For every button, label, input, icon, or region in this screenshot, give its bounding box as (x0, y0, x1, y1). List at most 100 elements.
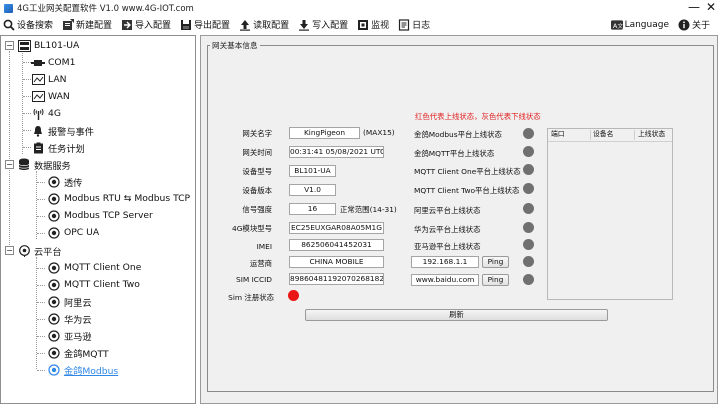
sim-reg-label: Sim 注册状态 (228, 293, 274, 302)
status-legend-note: 红色代表上线状态，灰色代表下线状态 (415, 112, 541, 121)
log-button[interactable]: 日志 (397, 17, 431, 32)
ping-domain-button[interactable]: Ping (482, 274, 509, 286)
signal-range-text: 正常范围(14-31) (340, 205, 397, 214)
about-button[interactable]: 关于 (677, 17, 711, 32)
tree-item-com1[interactable]: COM1 (31, 54, 75, 71)
service-icon (47, 312, 61, 325)
tree-item-dataservice[interactable]: 数据服务 (17, 156, 71, 173)
jinge-mqtt-status-label: 金鸽MQTT平台上线状态 (414, 149, 495, 158)
imei-label: IMEI (256, 242, 272, 251)
tree-label-huawei: 华为云 (64, 314, 92, 326)
import-config-label: 导入配置 (135, 21, 172, 31)
cloud-icon (17, 244, 31, 257)
gateway-name-field[interactable]: KingPigeon (289, 127, 360, 139)
device-search-button[interactable]: 设备搜索 (2, 17, 54, 32)
tree-label-aliyun: 阿里云 (64, 297, 92, 309)
aws-status-dot (523, 239, 534, 250)
signal-strength-field: 16 (289, 203, 336, 215)
tree-item-wan[interactable]: WAN (31, 88, 70, 105)
log-icon (398, 18, 410, 31)
dataservice-collapse-toggle[interactable]: − (5, 160, 14, 169)
tree-item-aws[interactable]: 亚马逊 (47, 327, 92, 344)
read-config-button[interactable]: 读取配置 (238, 17, 290, 32)
monitor-icon (357, 19, 369, 31)
table-header-port: 端口 (551, 130, 565, 138)
export-config-button[interactable]: 导出配置 (179, 17, 231, 32)
table-header-status: 上线状态 (638, 130, 666, 138)
lan-icon (31, 73, 45, 86)
language-label: Language (624, 19, 669, 30)
ping-domain-status-dot (523, 274, 534, 285)
root-collapse-toggle[interactable]: − (5, 41, 14, 50)
aliyun-status-dot (523, 203, 534, 214)
jinge-mqtt-status-dot (523, 146, 534, 157)
tree-label-mqtt-one: MQTT Client One (64, 262, 142, 273)
minimize-button[interactable]: — (688, 0, 700, 14)
title-bar: 4G工业网关配置软件 V1.0 www.4G-IOT.com — ✕ (0, 0, 720, 16)
tree-label-mqtt-two: MQTT Client Two (64, 279, 140, 290)
info-icon (678, 19, 690, 31)
antenna-icon (31, 107, 45, 120)
cloud-collapse-toggle[interactable]: − (5, 246, 14, 255)
tree-item-root[interactable]: BL101-UA (17, 37, 79, 54)
tree-item-aliyun[interactable]: 阿里云 (47, 293, 92, 310)
ping-domain-input[interactable]: www.baidu.com (411, 274, 479, 286)
close-button[interactable]: ✕ (706, 0, 716, 14)
task-icon (31, 141, 45, 154)
tree-label-transparent: 透传 (64, 177, 83, 189)
language-button[interactable]: A文 Language (610, 17, 670, 32)
monitor-button[interactable]: 监视 (356, 17, 390, 32)
sim-iccid-label: SIM ICCID (236, 275, 272, 284)
ping-ip-button[interactable]: Ping (482, 256, 509, 268)
tree-item-lan[interactable]: LAN (31, 71, 67, 88)
tree-item-jinge-modbus[interactable]: 金鸽Modbus (47, 361, 118, 378)
gateway-icon (17, 39, 31, 52)
write-config-label: 写入配置 (312, 21, 349, 31)
device-version-label: 设备版本 (242, 186, 272, 195)
tree-label-jinge-mqtt: 金鸽MQTT (64, 348, 109, 360)
tree-label-modbus-tcp: Modbus TCP Server (64, 210, 153, 221)
tree-item-alarm[interactable]: 报警与事件 (31, 122, 94, 139)
tree-item-task[interactable]: 任务计划 (31, 139, 85, 156)
new-config-button[interactable]: 新建配置 (61, 17, 113, 32)
bell-icon (31, 124, 45, 137)
tree-item-opcua[interactable]: OPC UA (47, 224, 99, 241)
group-title: 网关基本信息 (210, 40, 260, 51)
tree-label-task: 任务计划 (48, 143, 85, 155)
tree-item-4g[interactable]: 4G (31, 105, 61, 122)
tree-item-modbus-tcp[interactable]: Modbus TCP Server (47, 207, 153, 224)
device-version-field: V1.0 (289, 184, 336, 196)
export-config-label: 导出配置 (194, 21, 231, 31)
write-config-button[interactable]: 写入配置 (297, 17, 349, 32)
tree-label-opcua: OPC UA (64, 227, 100, 238)
log-label: 日志 (412, 21, 431, 31)
tree-item-huawei[interactable]: 华为云 (47, 310, 92, 327)
tree-label-wan: WAN (48, 91, 70, 102)
refresh-button[interactable]: 刷新 (305, 309, 608, 321)
tree-label-cloud: 云平台 (34, 246, 62, 258)
port-status-table[interactable]: 端口 设备名 上线状态 (547, 128, 673, 300)
jinge-modbus-status-label: 金鸽Modbus平台上线状态 (414, 130, 502, 139)
tree-item-mqtt-one[interactable]: MQTT Client One (47, 259, 141, 276)
import-icon (121, 19, 133, 31)
tree-label-4g: 4G (48, 108, 61, 119)
ping-ip-input[interactable]: 192.168.1.1 (411, 256, 479, 268)
mqtt-one-status-dot (523, 164, 534, 175)
service-icon (47, 346, 61, 359)
tree-item-mqtt-two[interactable]: MQTT Client Two (47, 276, 140, 293)
module-model-label: 4G模块型号 (232, 224, 272, 233)
tree-label-com1: COM1 (48, 57, 76, 68)
device-model-label: 设备型号 (242, 167, 272, 176)
tree-item-modbus-rtu[interactable]: Modbus RTU ⇆ Modbus TCP (47, 190, 190, 207)
gateway-name-max: (MAX15) (363, 128, 395, 137)
tree-item-transparent[interactable]: 透传 (47, 173, 82, 190)
service-icon (47, 295, 61, 308)
tree-item-cloud[interactable]: 云平台 (17, 242, 62, 259)
svg-text:文: 文 (617, 21, 623, 29)
sim-iccid-field: 89860481192070268182 (289, 273, 384, 285)
imei-field: 862506041452031 (289, 239, 384, 251)
import-config-button[interactable]: 导入配置 (120, 17, 172, 32)
tree-item-jinge-mqtt[interactable]: 金鸽MQTT (47, 344, 109, 361)
operator-label: 运营商 (249, 259, 272, 268)
toolbar: 设备搜索 新建配置 导入配置 导出配置 读取配置 写入配置 监视 日志 A 文 … (0, 16, 720, 33)
